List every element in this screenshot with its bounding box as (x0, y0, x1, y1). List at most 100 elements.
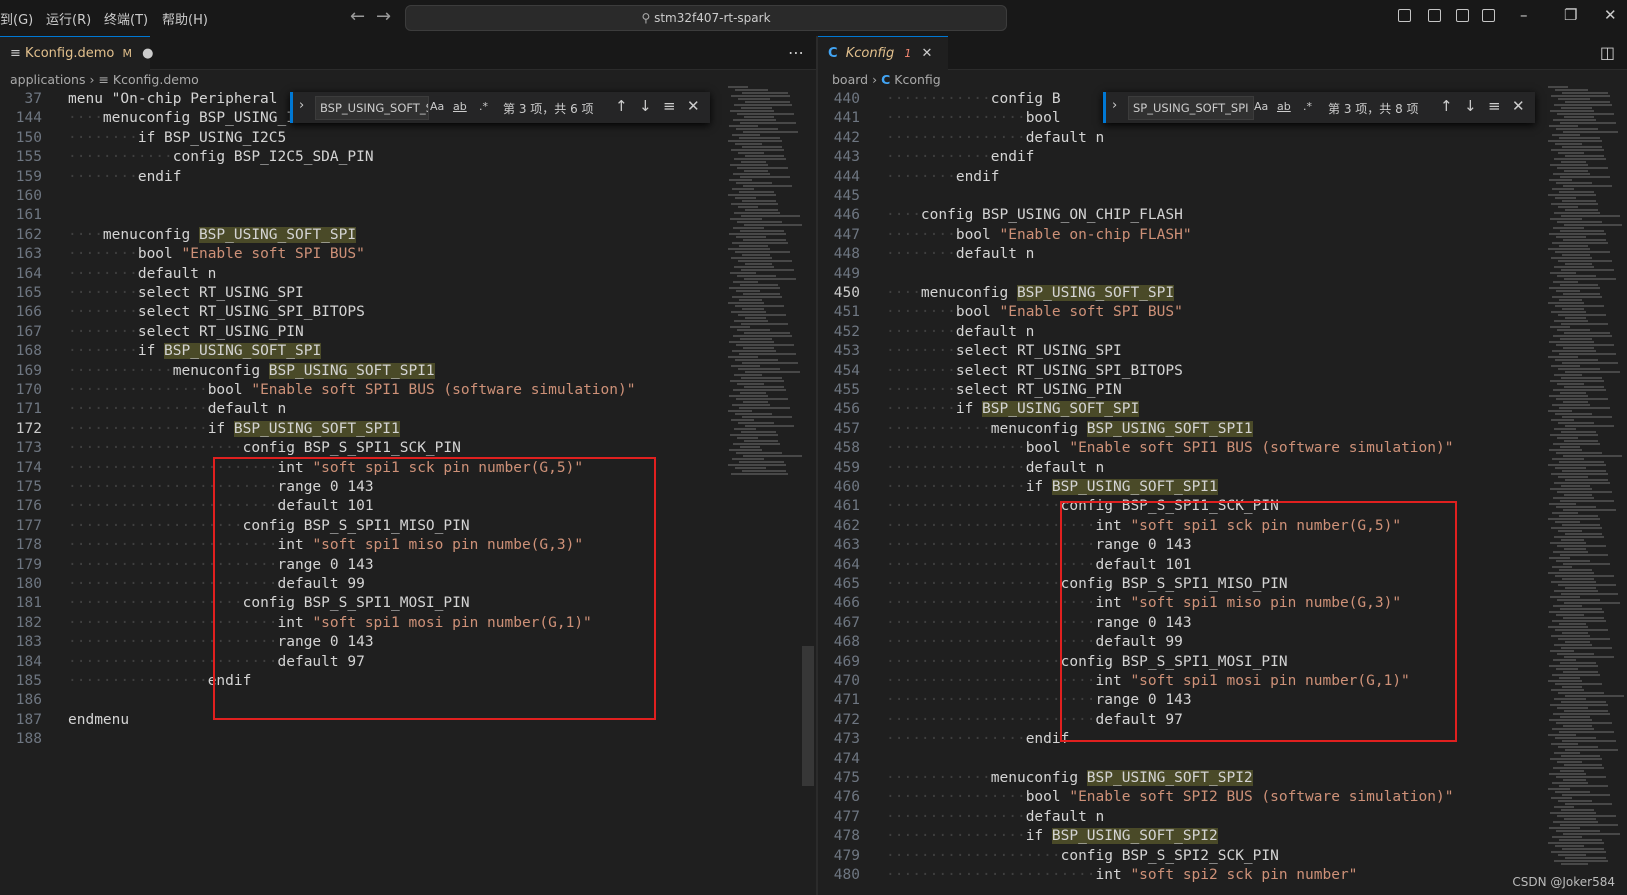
maximize-icon[interactable]: ❐ (1564, 6, 1577, 24)
code-line[interactable]: 453 ········select RT_USING_SPI (818, 341, 1122, 361)
code-line[interactable]: 171 ················default n (0, 399, 286, 419)
code-line[interactable]: 480 ························int "soft spi… (818, 865, 1358, 885)
code-line[interactable]: 475 ············menuconfig BSP_USING_SOFT… (818, 768, 1253, 788)
arrow-down-icon[interactable]: ↓ (639, 97, 652, 115)
code-line[interactable]: 452 ········default n (818, 322, 1035, 342)
code-line[interactable]: 162 ····menuconfig BSP_USING_SOFT_SPI (0, 225, 357, 245)
minimap-line (1555, 575, 1614, 577)
code-line[interactable]: 172 ················if BSP_USING_SOFT_SPI… (0, 419, 400, 439)
code-line[interactable]: 454 ········select RT_USING_SPI_BITOPS (818, 361, 1183, 381)
code-line[interactable]: 144 ····menuconfig BSP_USING_I2C0 (0, 108, 321, 128)
code-line[interactable]: 441 ················bool (818, 108, 1061, 128)
close-tab-icon[interactable]: ✕ (921, 46, 932, 61)
code-line[interactable]: 443 ············endif (818, 147, 1035, 167)
find-input[interactable]: BSP_USING_SOFT_S (315, 96, 429, 120)
code-line[interactable]: 188 (0, 729, 68, 749)
regex-button[interactable]: .* (1303, 100, 1312, 113)
toggle-secondary-sidebar-icon[interactable] (1456, 9, 1469, 22)
customize-layout-icon[interactable] (1482, 9, 1495, 22)
code-line[interactable]: 165 ········select RT_USING_SPI (0, 283, 304, 303)
find-input[interactable]: SP_USING_SOFT_SPI (1128, 96, 1254, 120)
toggle-panel-icon[interactable] (1428, 9, 1441, 22)
code-line[interactable]: 451 ········bool "Enable soft SPI BUS" (818, 302, 1183, 322)
code-line[interactable]: 474 (818, 749, 886, 769)
code-line[interactable]: 169 ············menuconfig BSP_USING_SOFT… (0, 361, 435, 381)
code-line[interactable]: 456 ········if BSP_USING_SOFT_SPI (818, 399, 1140, 419)
code-line[interactable]: 479 ····················config BSP_S_SPI2… (818, 846, 1279, 866)
breadcrumb-folder[interactable]: applications (10, 72, 85, 87)
code-line[interactable]: 448 ········default n (818, 244, 1035, 264)
code-line[interactable]: 477 ················default n (818, 807, 1104, 827)
split-editor-icon[interactable]: ◫ (1600, 36, 1615, 69)
code-line[interactable]: 440 ············config B (818, 89, 1061, 109)
code-line[interactable]: 186 (0, 690, 68, 710)
menu-goto[interactable]: 到(G) (0, 9, 33, 28)
right-code-editor[interactable]: 440 ············config B 441 ··············… (818, 89, 1627, 895)
code-line[interactable]: 455 ········select RT_USING_PIN (818, 380, 1122, 400)
code-line[interactable]: 444 ········endif (818, 167, 1000, 187)
code-line[interactable]: 187 endmenu (0, 710, 129, 730)
unsaved-dot-icon[interactable]: ● (142, 46, 153, 61)
code-line[interactable]: 161 (0, 205, 68, 225)
tab-kconfig-demo[interactable]: ≡ Kconfig.demo M ● (0, 36, 153, 70)
code-line[interactable]: 449 (818, 264, 886, 284)
code-line[interactable]: 168 ········if BSP_USING_SOFT_SPI (0, 341, 322, 361)
code-line[interactable]: 159 ········endif (0, 167, 182, 187)
minimap[interactable] (1548, 86, 1624, 876)
minimap-line (1550, 110, 1594, 112)
more-actions-icon[interactable]: ⋯ (788, 36, 804, 69)
command-center[interactable]: ⚲ stm32f407-rt-spark (405, 5, 1007, 31)
toggle-sidebar-icon[interactable] (1398, 9, 1411, 22)
breadcrumb-file[interactable]: Kconfig (894, 72, 940, 87)
code-line[interactable]: 155 ············config BSP_I2C5_SDA_PIN (0, 147, 374, 167)
whole-word-button[interactable]: ab (453, 100, 467, 113)
code-line[interactable]: 460 ················if BSP_USING_SOFT_SPI… (818, 477, 1218, 497)
close-window-icon[interactable]: ✕ (1604, 6, 1617, 24)
code-line[interactable]: 458 ················bool "Enable soft SPI… (818, 438, 1454, 458)
code-line[interactable]: 150 ········if BSP_USING_I2C5 (0, 128, 286, 148)
code-line[interactable]: 450 ····menuconfig BSP_USING_SOFT_SPI (818, 283, 1175, 303)
scrollbar-thumb[interactable] (802, 646, 814, 786)
code-line[interactable]: 476 ················bool "Enable soft SPI… (818, 787, 1454, 807)
minimize-icon[interactable]: – (1520, 6, 1528, 24)
close-icon[interactable]: ✕ (687, 97, 700, 115)
code-line[interactable]: 447 ········bool "Enable on-chip FLASH" (818, 225, 1192, 245)
minimap-line (740, 176, 790, 178)
chevron-right-icon[interactable]: › (1112, 98, 1117, 113)
code-line[interactable]: 37 menu "On-chip Peripheral (0, 89, 278, 109)
code-line[interactable]: 160 (0, 186, 68, 206)
arrow-down-icon[interactable]: ↓ (1464, 97, 1477, 115)
match-case-button[interactable]: Aa (430, 100, 444, 113)
whole-word-button[interactable]: ab (1277, 100, 1291, 113)
back-arrow-icon[interactable]: ← (350, 6, 365, 27)
code-line[interactable]: 166 ········select RT_USING_SPI_BITOPS (0, 302, 365, 322)
code-line[interactable]: 459 ················default n (818, 458, 1104, 478)
code-line[interactable]: 173 ····················config BSP_S_SPI1… (0, 438, 461, 458)
arrow-up-icon[interactable]: ↑ (1440, 97, 1453, 115)
match-case-button[interactable]: Aa (1254, 100, 1268, 113)
code-line[interactable]: 473 ················endif (818, 729, 1070, 749)
menu-terminal[interactable]: 终端(T) (104, 9, 148, 28)
code-line[interactable]: 478 ················if BSP_USING_SOFT_SPI… (818, 826, 1218, 846)
regex-button[interactable]: .* (479, 100, 488, 113)
code-line[interactable]: 457 ············menuconfig BSP_USING_SOFT… (818, 419, 1253, 439)
close-icon[interactable]: ✕ (1512, 97, 1525, 115)
breadcrumb-folder[interactable]: board (832, 72, 868, 87)
breadcrumb-file[interactable]: Kconfig.demo (113, 72, 199, 87)
code-line[interactable]: 170 ················bool "Enable soft SPI… (0, 380, 636, 400)
code-line[interactable]: 164 ········default n (0, 264, 217, 284)
code-line[interactable]: 167 ········select RT_USING_PIN (0, 322, 304, 342)
minimap[interactable] (728, 86, 802, 486)
code-line[interactable]: 163 ········bool "Enable soft SPI BUS" (0, 244, 365, 264)
menu-run[interactable]: 运行(R) (46, 9, 91, 28)
code-line[interactable]: 446 ····config BSP_USING_ON_CHIP_FLASH (818, 205, 1183, 225)
tab-kconfig[interactable]: C Kconfig 1 ✕ (818, 36, 948, 70)
forward-arrow-icon[interactable]: → (376, 6, 391, 27)
arrow-up-icon[interactable]: ↑ (615, 97, 628, 115)
code-line[interactable]: 445 (818, 186, 886, 206)
code-line[interactable]: 442 ················default n (818, 128, 1104, 148)
find-in-selection-icon[interactable]: ≡ (1488, 97, 1501, 115)
chevron-right-icon[interactable]: › (299, 98, 304, 113)
find-in-selection-icon[interactable]: ≡ (663, 97, 676, 115)
menu-help[interactable]: 帮助(H) (162, 9, 208, 28)
